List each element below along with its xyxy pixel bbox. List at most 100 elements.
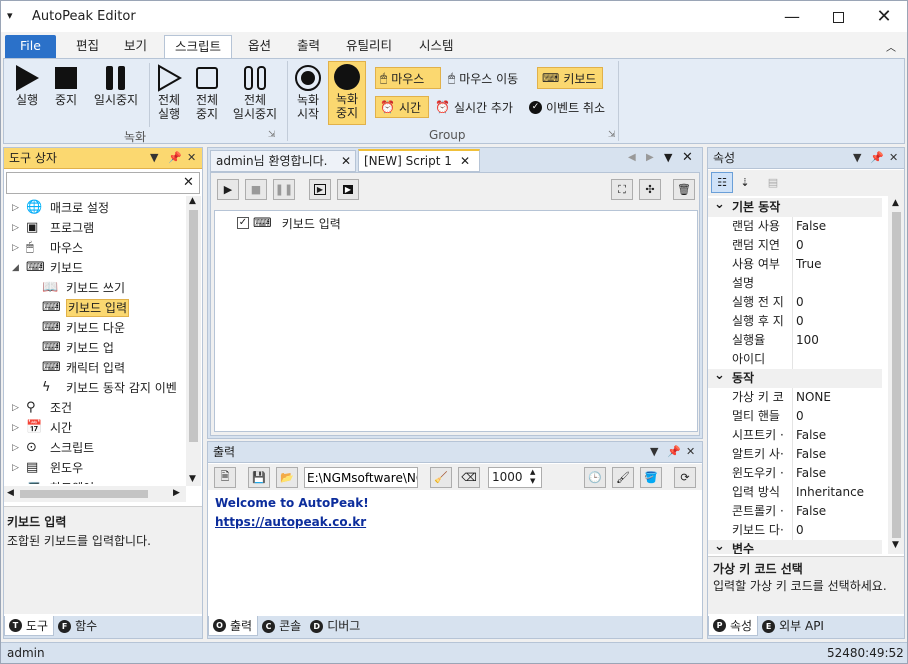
record-start-button[interactable]: 녹화 시작 <box>291 63 325 127</box>
property-value[interactable]: 0 <box>792 521 884 540</box>
tab-external-api[interactable]: E 외부 API <box>758 616 829 636</box>
scroll-down-icon[interactable]: ▼ <box>892 540 899 550</box>
tree-item[interactable]: ▷ ⚲ 조건 <box>4 398 186 418</box>
property-pages-button[interactable]: ▤ <box>762 172 784 193</box>
maximize-button[interactable] <box>815 1 861 32</box>
output-time-button[interactable]: 🕒 <box>584 467 606 488</box>
property-row[interactable]: 시프트키 · False <box>708 426 882 445</box>
script-run-button[interactable]: ▶ <box>217 179 239 200</box>
collapse-all-button[interactable]: ✣ <box>639 179 661 200</box>
dialog-launcher-icon[interactable]: ⇲ <box>608 130 616 140</box>
tab-debug[interactable]: D 디버그 <box>306 616 365 636</box>
tab-properties[interactable]: P 속성 <box>708 616 759 636</box>
tabs-dropdown-icon[interactable]: ▼ <box>664 151 672 164</box>
cancel-event-button[interactable]: ✓ 이벤트 취소 <box>525 96 609 118</box>
property-row[interactable]: 실행 전 지 0 <box>708 293 882 312</box>
property-value[interactable]: False <box>792 426 884 445</box>
tree-hscrollbar[interactable]: ◀ ▶ <box>4 486 186 502</box>
delay-stepper[interactable]: 1000 ▲ ▼ <box>488 467 542 488</box>
tab-console[interactable]: C 콘솔 <box>258 616 306 636</box>
dropdown-icon[interactable]: ▼ <box>853 148 861 168</box>
property-value[interactable]: False <box>792 217 884 236</box>
tab-system[interactable]: 시스템 <box>409 35 464 58</box>
property-value[interactable]: False <box>792 464 884 483</box>
record-mouse-move-toggle[interactable]: 🖱 마우스 이동 <box>444 67 522 89</box>
alphabetical-button[interactable]: ⇣ <box>734 172 756 193</box>
doc-tab-welcome[interactable]: admin님 환영합니다. ✕ <box>210 150 356 172</box>
output-path-input[interactable] <box>304 467 418 488</box>
stop-button[interactable]: 중지 <box>50 63 82 121</box>
property-value[interactable]: 0 <box>792 293 884 312</box>
pin-icon[interactable]: 📌 <box>870 148 884 168</box>
tab-view[interactable]: 보기 <box>114 35 157 58</box>
scroll-down-icon[interactable]: ▼ <box>189 474 196 484</box>
script-step-button[interactable]: ▶ <box>309 179 331 200</box>
property-row[interactable]: 알트키 사· False <box>708 445 882 464</box>
script-canvas[interactable]: ✓ ⌨ 키보드 입력 <box>214 210 698 432</box>
property-row[interactable]: 실행율 100 <box>708 331 882 350</box>
output-erase-button[interactable]: ⌫ <box>458 467 480 488</box>
property-row[interactable]: 실행 후 지 0 <box>708 312 882 331</box>
record-time-toggle[interactable]: ⏰ 시간 <box>375 96 429 118</box>
tab-output[interactable]: 출력 <box>287 35 330 58</box>
output-save-button[interactable]: 💾 <box>248 467 270 488</box>
run-all-button[interactable]: 전체 실행 <box>152 63 186 129</box>
collapsed-arrow-icon[interactable]: ▷ <box>12 458 19 478</box>
property-value[interactable]: 100 <box>792 331 884 350</box>
stop-all-button[interactable]: 전체 중지 <box>190 63 224 129</box>
tabs-left-icon[interactable]: ◀ <box>628 152 636 163</box>
delete-button[interactable]: 🗑 <box>673 179 695 200</box>
close-button[interactable]: ✕ <box>861 1 907 32</box>
output-new-button[interactable]: 🗎 <box>214 467 236 488</box>
tree-item[interactable]: ▷ 🌐 매크로 설정 <box>4 198 186 218</box>
chevron-down-icon[interactable]: ⌄ <box>714 537 725 554</box>
scroll-thumb[interactable] <box>20 490 148 498</box>
property-row[interactable]: 사용 여부 True <box>708 255 882 274</box>
record-mouse-toggle[interactable]: 🖱 마우스 <box>375 67 441 89</box>
tab-options[interactable]: 옵션 <box>238 35 281 58</box>
expand-all-button[interactable]: ⛶ <box>611 179 633 200</box>
property-value[interactable]: 0 <box>792 236 884 255</box>
scroll-left-icon[interactable]: ◀ <box>7 488 14 498</box>
tree-item[interactable]: ▷ 💻 하드웨어 <box>4 478 186 484</box>
clear-search-icon[interactable]: ✕ <box>183 175 194 190</box>
property-category[interactable]: ⌄ 변수 <box>708 537 882 554</box>
run-button[interactable]: 실행 <box>10 63 44 121</box>
output-fill-button[interactable]: 🪣 <box>640 467 662 488</box>
collapse-ribbon-icon[interactable]: ︿ <box>886 39 896 54</box>
tree-item[interactable]: ⌨ 키보드 입력 <box>4 298 186 318</box>
script-stop-button[interactable]: ■ <box>245 179 267 200</box>
property-value[interactable]: NONE <box>792 388 884 407</box>
collapsed-arrow-icon[interactable]: ▷ <box>12 418 19 438</box>
property-category[interactable]: ⌄ 동작 <box>708 368 882 388</box>
scroll-up-icon[interactable]: ▲ <box>189 196 196 206</box>
tree-item[interactable]: ▷ 📅 시간 <box>4 418 186 438</box>
dropdown-icon[interactable]: ▼ <box>150 148 158 168</box>
pin-icon[interactable]: 📌 <box>168 148 182 168</box>
tab-script[interactable]: 스크립트 <box>164 35 233 58</box>
pause-button[interactable]: 일시중지 <box>86 63 146 121</box>
system-menu-icon[interactable]: ▾ <box>7 9 13 22</box>
close-icon[interactable]: ✕ <box>889 148 898 168</box>
property-value[interactable] <box>792 350 884 369</box>
tab-file[interactable]: File <box>5 35 56 58</box>
close-icon[interactable]: ✕ <box>187 148 196 168</box>
collapsed-arrow-icon[interactable]: ▷ <box>12 438 19 458</box>
tab-output[interactable]: O 출력 <box>208 616 259 636</box>
property-value[interactable]: Inheritance <box>792 483 884 502</box>
stepper-up-icon[interactable]: ▲ <box>530 468 535 476</box>
expanded-arrow-icon[interactable]: ◢ <box>12 258 19 278</box>
property-value[interactable]: False <box>792 502 884 521</box>
tree-item[interactable]: ⌨ 키보드 다운 <box>4 318 186 338</box>
property-value[interactable] <box>792 274 884 293</box>
item-checkbox[interactable]: ✓ <box>237 217 249 229</box>
doc-tab-script1[interactable]: [NEW] Script 1 ✕ <box>358 149 480 172</box>
property-row[interactable]: 랜덤 지연 0 <box>708 236 882 255</box>
tabs-right-icon[interactable]: ▶ <box>646 152 654 163</box>
property-row[interactable]: 입력 방식 Inheritance <box>708 483 882 502</box>
property-row[interactable]: 키보드 다· 0 <box>708 521 882 540</box>
property-row[interactable]: 가상 키 코 NONE <box>708 388 882 407</box>
tab-utility[interactable]: 유틸리티 <box>336 35 402 58</box>
toolbox-search-input[interactable] <box>7 173 179 193</box>
collapsed-arrow-icon[interactable]: ▷ <box>12 478 19 484</box>
